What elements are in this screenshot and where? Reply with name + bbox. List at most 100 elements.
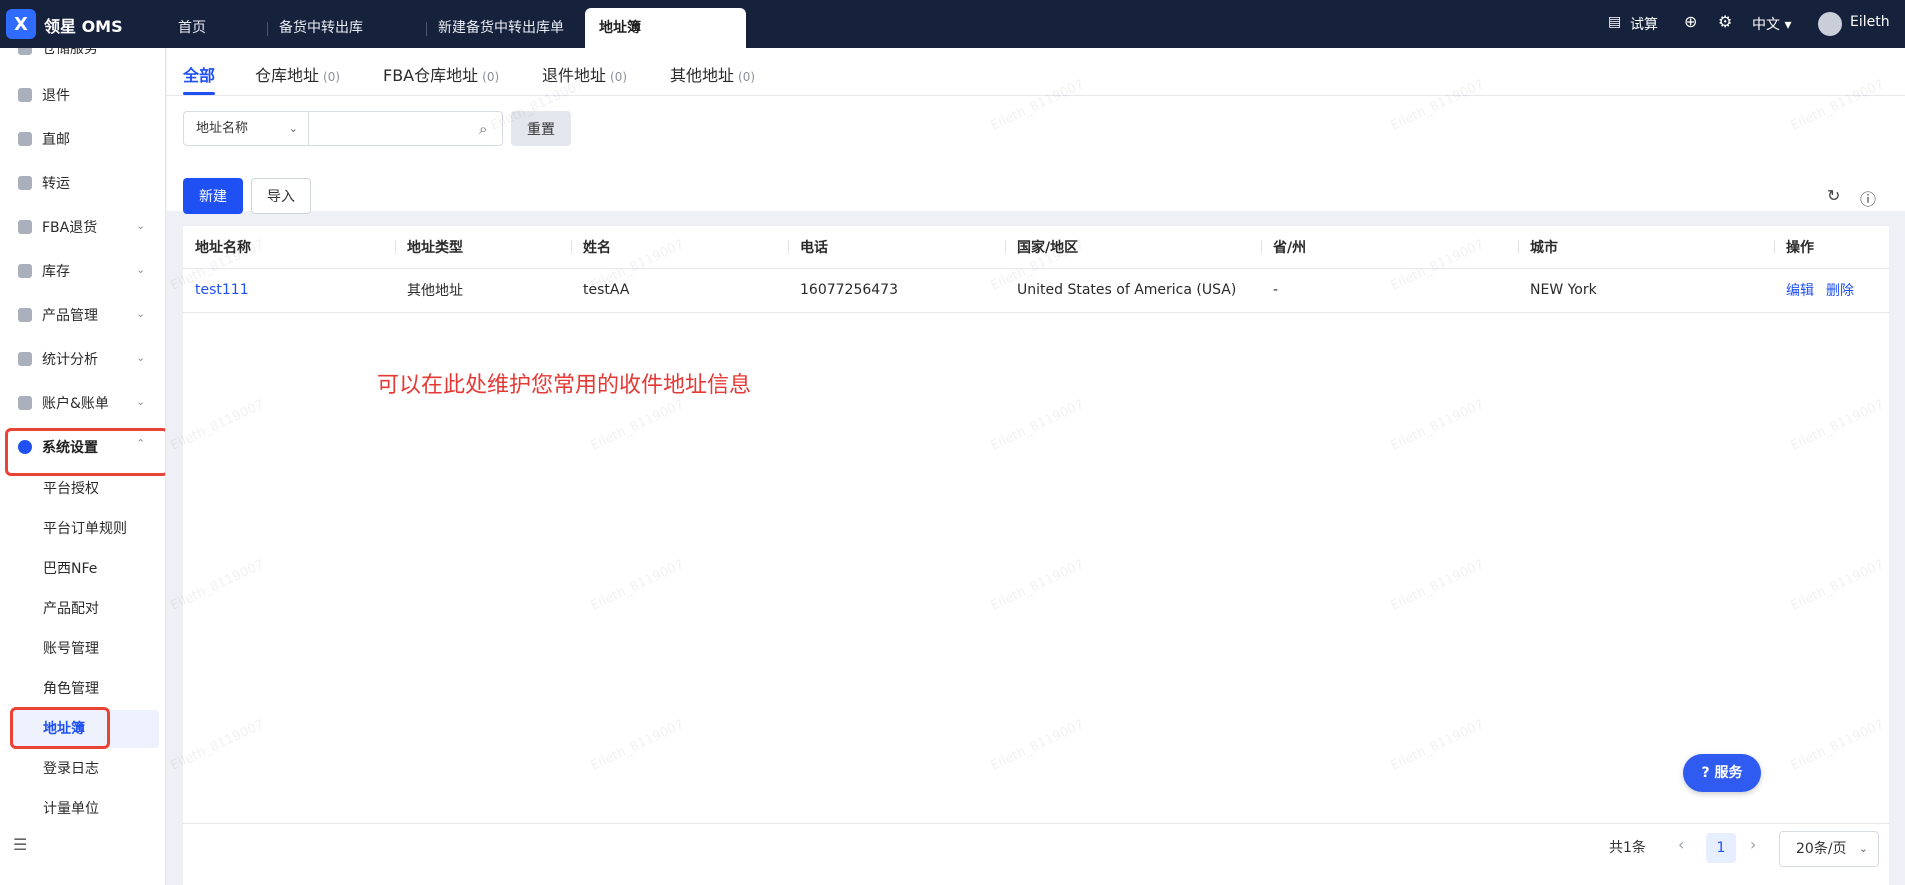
column-header-person-name: 姓名 xyxy=(571,226,788,269)
cell-city: NEW York xyxy=(1518,268,1774,313)
table-row: test111 其他地址 testAA 16077256473 United S… xyxy=(183,268,1889,313)
subtab-warehouse-address[interactable]: 仓库地址 (0) xyxy=(255,62,340,86)
search-field-select[interactable]: 地址名称 ⌄ xyxy=(183,111,309,146)
tab-new-transfer-order[interactable]: 新建备货中转出库单 xyxy=(426,8,564,48)
import-button[interactable]: 导入 xyxy=(251,178,311,214)
table-header-row: 地址名称 地址类型 姓名 电话 国家/地区 省/州 城市 操作 xyxy=(183,226,1889,269)
sidebar-item-accounts-billing[interactable]: 账户&账单 xyxy=(18,389,109,417)
calc-button[interactable]: 试算 xyxy=(1630,14,1658,34)
annotation-note: 可以在此处维护您常用的收件地址信息 xyxy=(377,373,752,398)
next-page-icon[interactable]: › xyxy=(1750,835,1756,854)
cell-actions: 编辑 删除 xyxy=(1774,268,1889,313)
chevron-down-icon: ⌄ xyxy=(136,351,146,364)
chevron-down-icon: ⌄ xyxy=(288,122,298,135)
prev-page-icon[interactable]: ‹ xyxy=(1678,835,1684,854)
subtab-return-address[interactable]: 退件地址 (0) xyxy=(542,62,627,86)
select-value: 地址名称 xyxy=(196,121,249,136)
billing-icon xyxy=(18,396,32,410)
language-select[interactable]: 中文 ▾ xyxy=(1752,14,1791,34)
delete-link[interactable]: 删除 xyxy=(1826,283,1854,299)
calculator-icon[interactable]: ▤ xyxy=(1608,14,1621,30)
sidebar-subitem-login-log[interactable]: 登录日志 xyxy=(43,758,99,778)
subtab-other-address[interactable]: 其他地址 (0) xyxy=(670,62,755,86)
search-icon[interactable]: ⌕ xyxy=(479,120,487,138)
page-number-current[interactable]: 1 xyxy=(1706,833,1736,863)
sidebar-subitem-platform-auth[interactable]: 平台授权 xyxy=(43,478,99,498)
search-input[interactable] xyxy=(308,111,503,146)
total-count: 共1条 xyxy=(1609,840,1646,856)
sidebar-subitem-brazil-nfe[interactable]: 巴西NFe xyxy=(43,558,97,578)
subtab-all[interactable]: 全部 xyxy=(183,62,216,95)
tab-address-book[interactable]: 地址簿 xyxy=(585,8,746,48)
sidebar-item-products[interactable]: 产品管理 xyxy=(18,301,98,329)
help-icon[interactable]: ⓘ xyxy=(1860,186,1876,210)
sidebar-item-inventory[interactable]: 库存 xyxy=(18,257,70,285)
sidebar-item-warehouse-service[interactable]: 仓储服务 xyxy=(18,48,98,62)
subtab-fba-address[interactable]: FBA仓库地址 (0) xyxy=(383,62,499,86)
download-icon[interactable]: ⊕ xyxy=(1684,12,1697,31)
tab-home[interactable]: 首页 xyxy=(178,8,206,48)
subtab-count: (0) xyxy=(482,70,500,84)
user-name[interactable]: Eileth xyxy=(1850,14,1890,30)
cell-phone: 16077256473 xyxy=(788,268,1005,313)
cell-country: United States of America (USA) xyxy=(1005,268,1261,313)
sidebar-subitem-role-management[interactable]: 角色管理 xyxy=(43,678,99,698)
returns-icon xyxy=(18,88,32,102)
subtab-label: 退件地址 xyxy=(542,66,607,85)
service-button[interactable]: ? 服务 xyxy=(1683,754,1761,792)
highlight-box-address-book xyxy=(10,707,110,749)
sidebar-subitem-account-management[interactable]: 账号管理 xyxy=(43,638,99,658)
sidebar-subitem-order-rules[interactable]: 平台订单规则 xyxy=(43,518,127,538)
warehouse-icon xyxy=(18,48,32,55)
chevron-down-icon: ⌄ xyxy=(136,263,146,276)
subtab-label: FBA仓库地址 xyxy=(383,66,479,85)
subtab-label: 其他地址 xyxy=(670,66,735,85)
sidebar-subitem-units[interactable]: 计量单位 xyxy=(43,798,99,818)
transfer-icon xyxy=(18,176,32,190)
chevron-down-icon: ⌄ xyxy=(136,395,146,408)
edit-link[interactable]: 编辑 xyxy=(1786,283,1814,299)
settings-icon[interactable]: ⚙ xyxy=(1718,12,1732,31)
sidebar-item-analytics[interactable]: 统计分析 xyxy=(18,345,98,373)
sidebar-item-label: 统计分析 xyxy=(42,352,98,368)
subtab-count: (0) xyxy=(738,70,756,84)
cell-person-name: testAA xyxy=(571,268,788,313)
column-header-city: 城市 xyxy=(1518,226,1774,269)
sidebar-item-label: 库存 xyxy=(42,264,70,280)
top-bar: X 领星 OMS 首页 备货中转出库 新建备货中转出库单 地址簿 ▤ 试算 ⊕ … xyxy=(0,0,1905,48)
subtab-count: (0) xyxy=(610,70,628,84)
main-content: 全部 仓库地址 (0) FBA仓库地址 (0) 退件地址 (0) 其他地址 (0) 地址… xyxy=(167,48,1905,885)
column-header-actions: 操作 xyxy=(1774,226,1889,269)
language-label: 中文 xyxy=(1752,17,1780,33)
refresh-icon[interactable]: ↻ xyxy=(1827,186,1840,205)
sidebar-item-transfer[interactable]: 转运 xyxy=(18,169,70,197)
table-panel xyxy=(183,226,1889,885)
address-name-link[interactable]: test111 xyxy=(195,282,249,298)
sidebar-item-returns[interactable]: 退件 xyxy=(18,81,70,109)
sidebar-item-label: 直邮 xyxy=(42,132,70,148)
page-size-select[interactable]: 20条/页 ⌄ xyxy=(1779,831,1879,867)
caret-down-icon: ▾ xyxy=(1784,17,1792,33)
page-size-value: 20条/页 xyxy=(1796,841,1847,857)
column-header-address-type: 地址类型 xyxy=(395,226,571,269)
collapse-menu-icon[interactable]: ☰ xyxy=(13,835,27,854)
brand-name: 领星 OMS xyxy=(44,17,123,36)
reset-button[interactable]: 重置 xyxy=(511,111,571,146)
sidebar-subitem-product-pairing[interactable]: 产品配对 xyxy=(43,598,99,618)
sidebar-item-label: 产品管理 xyxy=(42,308,98,324)
direct-mail-icon xyxy=(18,132,32,146)
sidebar: 仓储服务 退件 直邮 转运 FBA退货 ⌄ 库存 ⌄ 产品管理 ⌄ 统计分析 ⌄… xyxy=(0,48,166,885)
products-icon xyxy=(18,308,32,322)
sidebar-item-direct-mail[interactable]: 直邮 xyxy=(18,125,70,153)
subtab-count: (0) xyxy=(323,70,341,84)
sidebar-item-label: FBA退货 xyxy=(42,220,98,236)
avatar[interactable] xyxy=(1818,12,1842,36)
column-header-phone: 电话 xyxy=(788,226,1005,269)
sidebar-item-fba-returns[interactable]: FBA退货 xyxy=(18,213,97,241)
new-address-button[interactable]: 新建 xyxy=(183,178,243,214)
sidebar-item-label: 账户&账单 xyxy=(42,396,109,412)
brand-logo-icon[interactable]: X xyxy=(6,9,36,39)
cell-address-name[interactable]: test111 xyxy=(183,268,395,313)
chevron-down-icon: ⌄ xyxy=(136,219,146,232)
tab-stock-transfer-out[interactable]: 备货中转出库 xyxy=(267,8,363,48)
